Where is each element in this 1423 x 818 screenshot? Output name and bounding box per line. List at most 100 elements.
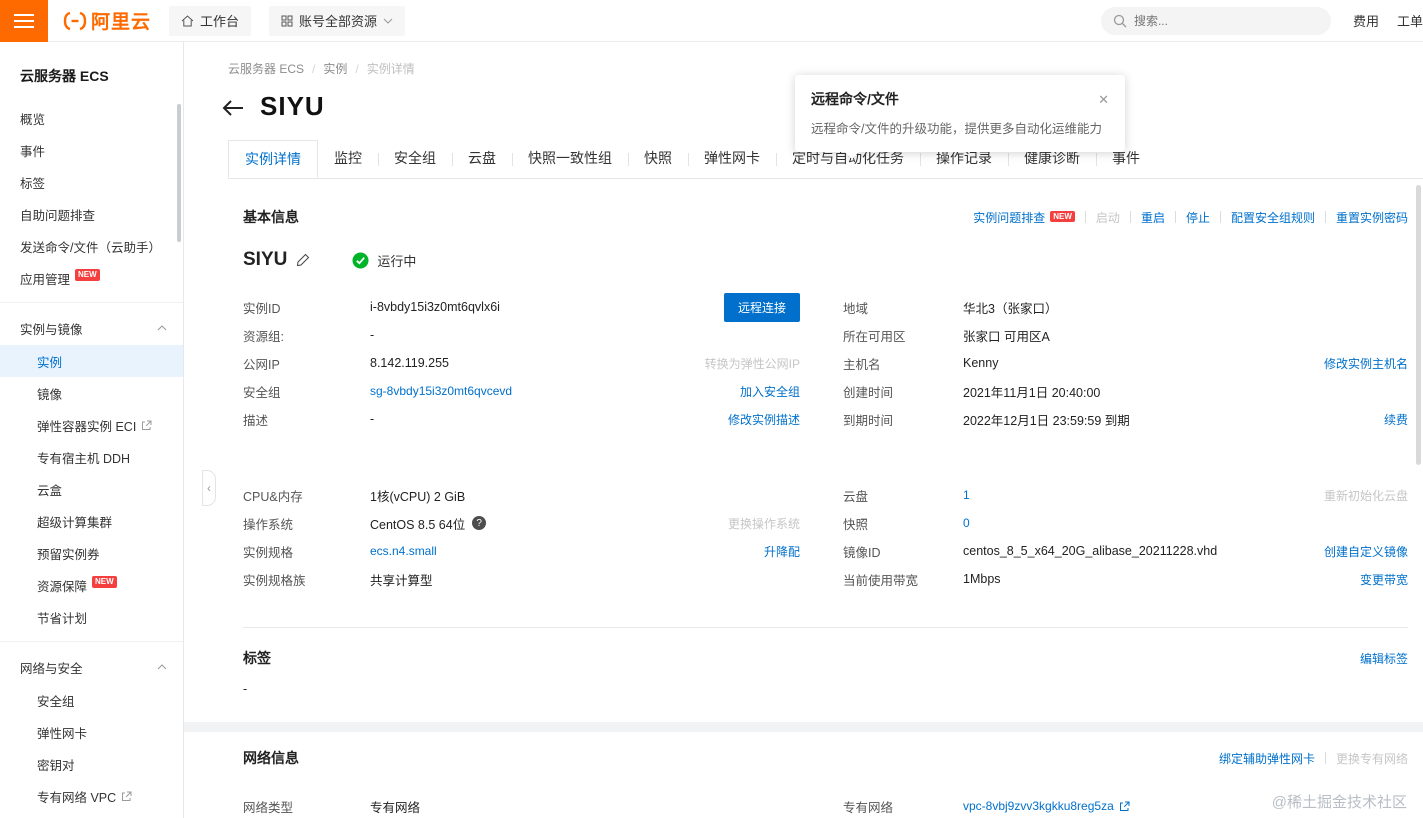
status-badge: 运行中: [352, 251, 416, 270]
back-arrow-icon[interactable]: [222, 98, 244, 116]
sidebar-item-eci[interactable]: 弹性容器实例 ECI: [0, 409, 183, 441]
tab-enis[interactable]: 弹性网卡: [688, 140, 776, 178]
sidebar-item-resource-assurance[interactable]: 资源保障 NEW: [0, 569, 183, 601]
sidebar-scrollbar[interactable]: [177, 104, 181, 242]
tooltip-body: 远程命令/文件的升级功能，提供更多自动化运维能力: [811, 122, 1102, 136]
tab-instance-details[interactable]: 实例详情: [228, 140, 318, 178]
status-text: 运行中: [377, 253, 417, 269]
tags-value: -: [243, 682, 248, 696]
tab-snapshots[interactable]: 快照: [628, 140, 688, 178]
sidebar-item-ddh[interactable]: 专有宿主机 DDH: [0, 441, 183, 473]
aliyun-logo[interactable]: 阿里云: [62, 7, 151, 34]
breadcrumb-separator: /: [312, 61, 316, 76]
search-input[interactable]: [1133, 13, 1319, 28]
sidebar-item-savings-plans[interactable]: 节省计划: [0, 601, 183, 633]
tab-disks[interactable]: 云盘: [452, 140, 512, 178]
instance-type-link[interactable]: ecs.n4.small: [370, 544, 437, 558]
sidebar-item-overview[interactable]: 概览: [0, 102, 183, 134]
basic-info-grid-2: CPU&内存 1核(vCPU) 2 GiB 操作系统 CentOS 8.5 64…: [243, 481, 1408, 593]
troubleshoot-link[interactable]: 实例问题排查 NEW: [973, 209, 1075, 226]
join-security-group-link[interactable]: 加入安全组: [740, 383, 800, 400]
sidebar-item-label: 资源保障: [37, 579, 88, 594]
sidebar-item-vpc[interactable]: 专有网络 VPC: [0, 780, 183, 812]
close-icon[interactable]: ✕: [1098, 93, 1109, 106]
help-icon[interactable]: ?: [472, 516, 487, 530]
change-vpc-link: 更换专有网络: [1335, 751, 1408, 766]
sidebar-title: 云服务器 ECS: [20, 68, 109, 84]
instance-name: SIYU: [243, 249, 288, 270]
tab-monitoring[interactable]: 监控: [318, 140, 378, 178]
section-divider: [243, 627, 1408, 628]
edit-hostname-link[interactable]: 修改实例主机名: [1324, 355, 1408, 372]
remote-connect-button[interactable]: 远程连接: [723, 292, 800, 322]
sidebar-item-security-groups[interactable]: 安全组: [0, 684, 183, 716]
main-scrollbar[interactable]: [1416, 185, 1421, 465]
sidebar-item-cloud-assistant[interactable]: 发送命令/文件（云助手）: [0, 230, 183, 262]
network-info-card: 网络信息 绑定辅助弹性网卡 更换专有网络 网络类型 专有网络 专有网络 vpc-…: [184, 748, 1423, 818]
network-actions: 绑定辅助弹性网卡 更换专有网络: [1219, 750, 1408, 767]
global-search[interactable]: [1100, 6, 1331, 35]
sidebar-item-tags[interactable]: 标签: [0, 166, 183, 198]
convert-to-eip-link: 转换为弹性公网IP: [704, 356, 800, 371]
account-resources-label: 账号全部资源: [299, 14, 378, 29]
field-network-type: 网络类型 专有网络: [243, 792, 800, 818]
main-content: 云服务器 ECS / 实例 / 实例详情 SIYU 实例详情 监控 安全组 云盘…: [184, 42, 1423, 818]
renew-link[interactable]: 续费: [1384, 411, 1408, 428]
sidebar-item-events[interactable]: 事件: [0, 134, 183, 166]
tab-snapshot-consistency-groups[interactable]: 快照一致性组: [512, 140, 628, 178]
reboot-button[interactable]: 重启: [1141, 209, 1165, 226]
field-instance-family: 实例规格族 共享计算型: [243, 565, 800, 593]
field-expire-time: 到期时间 2022年12月1日 23:59:59 到期 续费: [843, 405, 1408, 433]
field-description: 描述 - 修改实例描述: [243, 405, 800, 433]
sidebar-item-app-management[interactable]: 应用管理 NEW: [0, 262, 183, 294]
create-custom-image-link[interactable]: 创建自定义镜像: [1324, 543, 1408, 560]
field-region: 地域 华北3（张家口）: [843, 293, 1408, 321]
sidebar-collapse-handle[interactable]: ‹: [202, 470, 216, 506]
disk-count-link[interactable]: 1: [963, 488, 970, 502]
sidebar-section-instances-images[interactable]: 实例与镜像: [0, 311, 183, 345]
breadcrumb-instances[interactable]: 实例: [323, 60, 347, 77]
sidebar-item-troubleshoot[interactable]: 自助问题排查: [0, 198, 183, 230]
edit-description-link[interactable]: 修改实例描述: [728, 411, 800, 428]
field-instance-id: 实例ID i-8vbdy15i3z0mt6qvlx6i 远程连接: [243, 292, 800, 322]
home-icon: [181, 14, 194, 27]
sidebar-item-enis[interactable]: 弹性网卡: [0, 716, 183, 748]
tab-security-groups[interactable]: 安全组: [378, 140, 452, 178]
sidebar-item-reserved-instances[interactable]: 预留实例券: [0, 537, 183, 569]
snapshot-count-link[interactable]: 0: [963, 516, 970, 530]
reinitialize-disk-link: 重新初始化云盘: [1323, 488, 1408, 503]
field-cpu-memory: CPU&内存 1核(vCPU) 2 GiB: [243, 481, 800, 509]
upgrade-downgrade-link[interactable]: 升降配: [764, 543, 800, 560]
stop-button[interactable]: 停止: [1186, 209, 1210, 226]
sidebar-item-cloudbox[interactable]: 云盒: [0, 473, 183, 505]
hamburger-menu-icon[interactable]: [0, 0, 48, 42]
ticket-link[interactable]: 工单: [1397, 11, 1423, 30]
sidebar-item-label: 应用管理: [20, 272, 71, 287]
sidebar-item-super-computing[interactable]: 超级计算集群: [0, 505, 183, 537]
billing-link[interactable]: 费用: [1353, 11, 1379, 30]
divider: [1324, 752, 1326, 764]
sidebar-item-key-pairs[interactable]: 密钥对: [0, 748, 183, 780]
section-title: 实例与镜像: [20, 322, 83, 337]
running-check-icon: [352, 252, 369, 269]
bind-secondary-eni-link[interactable]: 绑定辅助弹性网卡: [1219, 750, 1315, 767]
breadcrumb-ecs[interactable]: 云服务器 ECS: [228, 60, 304, 77]
topbar: 阿里云 工作台 账号全部资源 费用 工单: [0, 0, 1423, 42]
field-label: 网络类型: [243, 800, 294, 815]
field-label: 当前使用带宽: [843, 573, 919, 588]
os-value: CentOS 8.5 64位 ?: [370, 514, 487, 533]
security-group-link[interactable]: sg-8vbdy15i3z0mt6qvcevd: [370, 384, 512, 398]
field-label: 所在可用区: [843, 329, 906, 344]
reset-password-link[interactable]: 重置实例密码: [1336, 209, 1408, 226]
edit-tags-link[interactable]: 编辑标签: [1360, 650, 1408, 667]
field-label: 实例ID: [243, 301, 281, 316]
sidebar-item-images[interactable]: 镜像: [0, 377, 183, 409]
vpc-link[interactable]: vpc-8vbj9zvv3kgkku8reg5za: [963, 799, 1130, 813]
account-resources-dropdown[interactable]: 账号全部资源: [269, 5, 406, 36]
sidebar-section-network-security[interactable]: 网络与安全: [0, 650, 183, 684]
change-bandwidth-link[interactable]: 变更带宽: [1360, 571, 1408, 588]
edit-pencil-icon[interactable]: [296, 253, 310, 267]
workbench-button[interactable]: 工作台: [169, 5, 252, 36]
configure-sg-rules-link[interactable]: 配置安全组规则: [1231, 209, 1315, 226]
sidebar-item-instances[interactable]: 实例: [0, 345, 183, 377]
